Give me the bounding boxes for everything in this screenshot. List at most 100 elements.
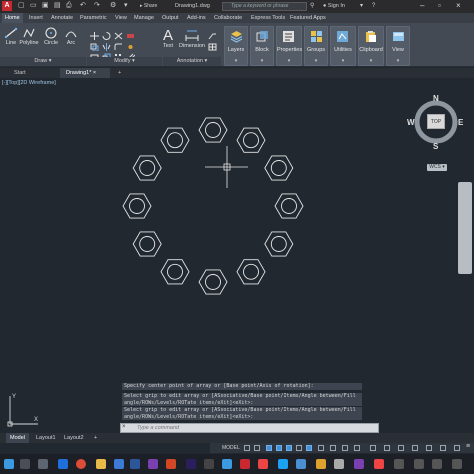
model-space-toggle[interactable]: MODEL [222, 445, 240, 451]
word-icon[interactable] [130, 459, 140, 469]
array-item[interactable] [264, 231, 294, 257]
draw-panel-title[interactable]: Draw ▾ [0, 57, 86, 66]
onenote-icon[interactable] [148, 459, 158, 469]
tab-featured-apps[interactable]: Featured Apps [290, 15, 326, 21]
compass-west[interactable]: W [407, 118, 415, 127]
tab-add-ins[interactable]: Add-ins [187, 15, 206, 21]
tab-insert[interactable]: Insert [29, 15, 43, 21]
workspace-icon[interactable]: ⚙ [110, 2, 116, 10]
array-item[interactable] [160, 127, 190, 153]
viewcube-top-face[interactable]: TOP [427, 114, 445, 129]
groups-button[interactable]: Groups ▾ [304, 26, 328, 66]
customize-icon[interactable]: ▾ [124, 2, 128, 10]
circle-button[interactable]: Circle [42, 27, 60, 46]
polar-icon[interactable] [276, 445, 282, 451]
notifications-icon[interactable] [452, 459, 462, 469]
layers-button[interactable]: Layers ▾ [224, 26, 248, 66]
workspace-switch-icon[interactable] [370, 445, 376, 451]
app-logo[interactable]: A [2, 1, 12, 11]
windows-start-icon[interactable] [4, 459, 14, 469]
help-icon[interactable]: ? [372, 2, 375, 10]
search-icon[interactable] [20, 459, 30, 469]
tab-layout1[interactable]: Layout1 [32, 433, 60, 443]
mirror-icon[interactable] [102, 38, 111, 51]
undo-icon[interactable]: ↶ [80, 2, 86, 10]
drawing-area[interactable]: Y X [0, 78, 474, 430]
grid-icon[interactable] [244, 445, 250, 451]
tab-parametric[interactable]: Parametric [80, 15, 107, 21]
acrobat-icon[interactable] [258, 459, 268, 469]
tab-express-tools[interactable]: Express Tools [251, 15, 285, 21]
units-icon[interactable] [398, 445, 404, 451]
network-icon[interactable] [414, 459, 424, 469]
array-item[interactable] [274, 193, 304, 219]
array-item[interactable] [264, 155, 294, 181]
scale-icon[interactable] [102, 48, 111, 61]
array-item[interactable] [236, 127, 266, 153]
move-icon[interactable] [90, 27, 99, 40]
app3-icon[interactable] [296, 459, 306, 469]
customization-icon[interactable]: ≡ [466, 443, 470, 450]
task-view-icon[interactable] [38, 459, 48, 469]
fillet-icon[interactable] [114, 38, 123, 50]
line-button[interactable]: Line [3, 27, 19, 46]
open-icon[interactable]: ▭ [30, 2, 37, 10]
array-item[interactable] [122, 193, 152, 219]
table-icon[interactable] [208, 38, 217, 51]
save-as-icon[interactable]: ▤ [54, 2, 61, 10]
annotation-panel-title[interactable]: Annotation ▾ [163, 57, 221, 66]
file-explorer-icon[interactable] [96, 459, 106, 469]
compass-east[interactable]: E [458, 118, 463, 127]
tab-output[interactable]: Output [162, 15, 179, 21]
photos-icon[interactable] [222, 459, 232, 469]
cart-icon[interactable]: ▾ [360, 2, 363, 10]
close-tab-icon[interactable]: × [93, 70, 96, 76]
compass-south[interactable]: S [433, 142, 438, 151]
object-snap-icon[interactable] [306, 445, 312, 451]
clipboard-button[interactable]: Clipboard ▾ [358, 26, 384, 66]
maximize-icon[interactable]: ▫ [438, 1, 441, 10]
lineweight-icon[interactable] [318, 445, 324, 451]
tab-start[interactable]: Start [8, 68, 32, 78]
search-icon[interactable]: ⚲ [310, 2, 314, 10]
viewcube[interactable]: N S E W TOP [405, 92, 465, 162]
array-item[interactable] [198, 269, 228, 295]
tab-collaborate[interactable]: Collaborate [214, 15, 242, 21]
properties-button[interactable]: Properties ▾ [276, 26, 302, 66]
selection-cycling-icon[interactable] [342, 445, 348, 451]
leader-icon[interactable] [208, 27, 217, 40]
block-button[interactable]: Block ▾ [250, 26, 274, 66]
transparency-icon[interactable] [330, 445, 336, 451]
print-icon[interactable]: ⎙ [66, 2, 72, 10]
redo-icon[interactable]: ↷ [94, 2, 100, 10]
array-item[interactable] [236, 259, 266, 285]
explode-icon[interactable] [126, 38, 135, 49]
system-tray-icon[interactable] [394, 459, 404, 469]
ortho-icon[interactable] [266, 445, 272, 451]
command-input[interactable]: Type a command [120, 423, 379, 433]
text-button[interactable]: A Text [160, 26, 176, 49]
volume-icon[interactable] [432, 459, 442, 469]
array-item[interactable] [132, 155, 162, 181]
array-item[interactable] [198, 117, 228, 143]
array-icon[interactable] [114, 48, 123, 60]
app-icon[interactable] [204, 459, 214, 469]
array-item[interactable] [160, 259, 190, 285]
mail-icon[interactable] [114, 459, 124, 469]
app4-icon[interactable] [316, 459, 326, 469]
isodraft-icon[interactable] [286, 445, 292, 451]
wcs-menu[interactable]: WCS ▾ [427, 164, 447, 171]
tab-manage[interactable]: Manage [134, 15, 154, 21]
isolate-objects-icon[interactable] [440, 445, 446, 451]
dimension-button[interactable]: Dimension [178, 26, 206, 49]
clean-screen-icon[interactable] [454, 445, 460, 451]
add-layout-icon[interactable]: + [90, 433, 101, 443]
drawing-viewport[interactable]: [-][Top][2D Wireframe] Y X N S E W TOP W… [0, 78, 474, 430]
object-snap-tracking-icon[interactable] [296, 445, 302, 451]
navigation-bar[interactable] [458, 182, 472, 274]
close-icon[interactable]: × [456, 1, 461, 10]
tab-drawing1[interactable]: Drawing1* × [60, 68, 110, 78]
annotation-monitor-icon[interactable] [384, 445, 390, 451]
copy-icon[interactable] [90, 38, 99, 52]
powerpoint-icon[interactable] [166, 459, 176, 469]
